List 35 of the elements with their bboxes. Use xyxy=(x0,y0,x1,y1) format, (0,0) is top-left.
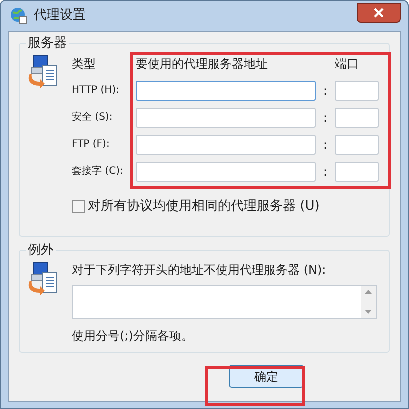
scroll-down-icon xyxy=(365,310,372,314)
scroll-up-icon xyxy=(365,290,372,294)
colon-text: : xyxy=(322,136,329,154)
window-title: 代理设置 xyxy=(34,7,86,26)
colon-text: : xyxy=(322,82,329,100)
exception-text-area[interactable] xyxy=(72,284,377,318)
protocol-label: 安全 (S): xyxy=(72,110,114,125)
protocol-label: 套接字 (C): xyxy=(72,164,124,179)
colon-text: : xyxy=(322,164,329,180)
network-computer-icon xyxy=(26,260,60,296)
column-header: 端口 xyxy=(335,56,359,72)
close-icon xyxy=(374,8,384,18)
exception-label: 对于下列字符开头的地址不使用代理服务器 (N): xyxy=(72,262,328,278)
hint-text: 使用分号(;)分隔各项。 xyxy=(72,328,194,344)
checkbox[interactable] xyxy=(72,200,85,213)
address-field[interactable] xyxy=(136,162,316,182)
scrollbar[interactable] xyxy=(361,286,376,318)
colon-text: : xyxy=(322,110,329,126)
globe-settings-icon xyxy=(10,7,28,25)
port-field[interactable] xyxy=(335,162,379,182)
address-field[interactable] xyxy=(136,134,316,154)
address-field[interactable] xyxy=(136,108,316,128)
port-field[interactable] xyxy=(335,134,379,154)
close-button[interactable] xyxy=(357,3,401,23)
network-computer-icon xyxy=(26,54,60,90)
protocol-label: FTP (F): xyxy=(72,138,111,152)
address-field[interactable] xyxy=(136,80,316,100)
checkbox-label: 对所有协议均使用相同的代理服务器 (U) xyxy=(88,198,320,216)
group-title: 服务器 xyxy=(27,35,68,53)
column-header: 要使用的代理服务器地址 xyxy=(136,56,269,72)
protocol-label: HTTP (H): xyxy=(72,84,120,98)
group-title: 例外 xyxy=(27,242,55,260)
port-field[interactable] xyxy=(335,80,379,100)
column-header: 类型 xyxy=(72,56,97,72)
port-field[interactable] xyxy=(335,108,379,128)
